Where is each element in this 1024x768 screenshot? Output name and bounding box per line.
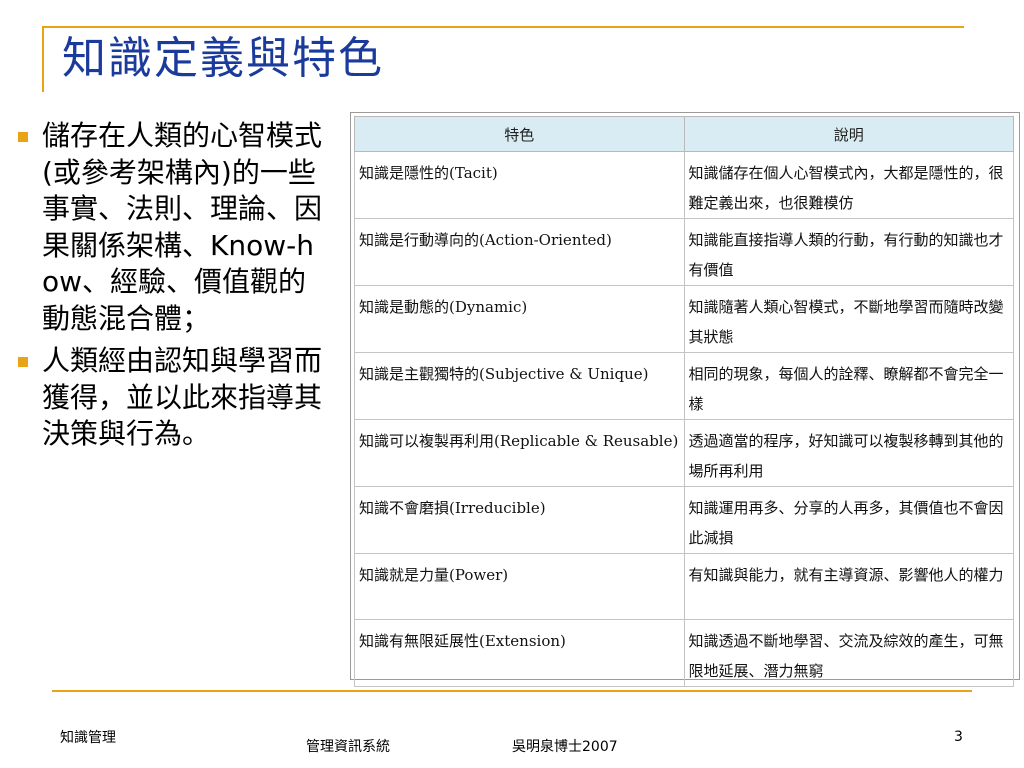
description-cell: 知識運用再多、分享的人再多，其價值也不會因此減損 — [683, 486, 1014, 554]
feature-cell: 知識不會磨損(Irreducible) — [354, 486, 685, 554]
table-row: 知識有無限延展性(Extension) 知識透過不斷地學習、交流及綜效的產生，可… — [354, 619, 1014, 687]
description-cell: 知識能直接指導人類的行動，有行動的知識也才有價值 — [683, 218, 1014, 286]
feature-table-image: 特色 說明 知識是隱性的(Tacit) 知識儲存在個人心智模式內，大都是隱性的，… — [350, 112, 1020, 687]
title-accent-bar — [42, 26, 44, 92]
bullet-item: 人類經由認知與學習而獲得，並以此來指導其決策與行為。 — [18, 343, 330, 453]
table-row: 知識是動態的(Dynamic) 知識隨著人類心智模式，不斷地學習而隨時改變其狀態 — [354, 285, 1014, 353]
column-header-feature: 特色 — [354, 116, 685, 152]
description-cell: 透過適當的程序，好知識可以複製移轉到其他的場所再利用 — [683, 419, 1014, 487]
footer-topic: 知識管理 — [60, 730, 116, 746]
feature-cell: 知識有無限延展性(Extension) — [354, 619, 685, 687]
page-number: 3 — [954, 729, 963, 745]
bullet-text: 人類經由認知與學習而獲得，並以此來指導其決策與行為。 — [42, 344, 323, 450]
feature-table: 特色 說明 知識是隱性的(Tacit) 知識儲存在個人心智模式內，大都是隱性的，… — [354, 116, 1014, 687]
table-row: 知識是主觀獨特的(Subjective & Unique) 相同的現象，每個人的… — [354, 352, 1014, 420]
table-row: 知識可以複製再利用(Replicable & Reusable) 透過適當的程序… — [354, 419, 1014, 487]
feature-cell: 知識是行動導向的(Action-Oriented) — [354, 218, 685, 286]
feature-cell: 知識是動態的(Dynamic) — [354, 285, 685, 353]
footer-author: 吳明泉博士2007 — [512, 739, 618, 755]
footer-rule — [52, 690, 972, 692]
description-cell: 相同的現象，每個人的詮釋、瞭解都不會完全一樣 — [683, 352, 1014, 420]
feature-cell: 知識是主觀獨特的(Subjective & Unique) — [354, 352, 685, 420]
description-cell: 知識透過不斷地學習、交流及綜效的產生，可無限地延展、潛力無窮 — [683, 619, 1014, 687]
table-header-row: 特色 說明 — [354, 116, 1014, 152]
description-cell: 知識隨著人類心智模式，不斷地學習而隨時改變其狀態 — [683, 285, 1014, 353]
square-bullet-icon — [18, 357, 28, 367]
feature-cell: 知識就是力量(Power) — [354, 553, 685, 620]
column-header-description: 說明 — [683, 116, 1014, 152]
feature-cell: 知識可以複製再利用(Replicable & Reusable) — [354, 419, 685, 487]
slide-title: 知識定義與特色 — [62, 33, 384, 84]
footer-course: 管理資訊系統 — [306, 739, 390, 755]
square-bullet-icon — [18, 132, 28, 142]
table-row: 知識就是力量(Power) 有知識與能力，就有主導資源、影響他人的權力 — [354, 553, 1014, 620]
feature-cell: 知識是隱性的(Tacit) — [354, 151, 685, 219]
table-row: 知識是隱性的(Tacit) 知識儲存在個人心智模式內，大都是隱性的，很難定義出來… — [354, 151, 1014, 219]
table-row: 知識是行動導向的(Action-Oriented) 知識能直接指導人類的行動，有… — [354, 218, 1014, 286]
description-cell: 有知識與能力，就有主導資源、影響他人的權力 — [683, 553, 1014, 620]
description-cell: 知識儲存在個人心智模式內，大都是隱性的，很難定義出來，也很難模仿 — [683, 151, 1014, 219]
bullet-item: 儲存在人類的心智模式(或參考架構內)的一些事實、法則、理論、因果關係架構、Kno… — [18, 118, 330, 337]
table-row: 知識不會磨損(Irreducible) 知識運用再多、分享的人再多，其價值也不會… — [354, 486, 1014, 554]
bullet-list: 儲存在人類的心智模式(或參考架構內)的一些事實、法則、理論、因果關係架構、Kno… — [18, 118, 330, 459]
bullet-text: 儲存在人類的心智模式(或參考架構內)的一些事實、法則、理論、因果關係架構、Kno… — [42, 119, 323, 335]
